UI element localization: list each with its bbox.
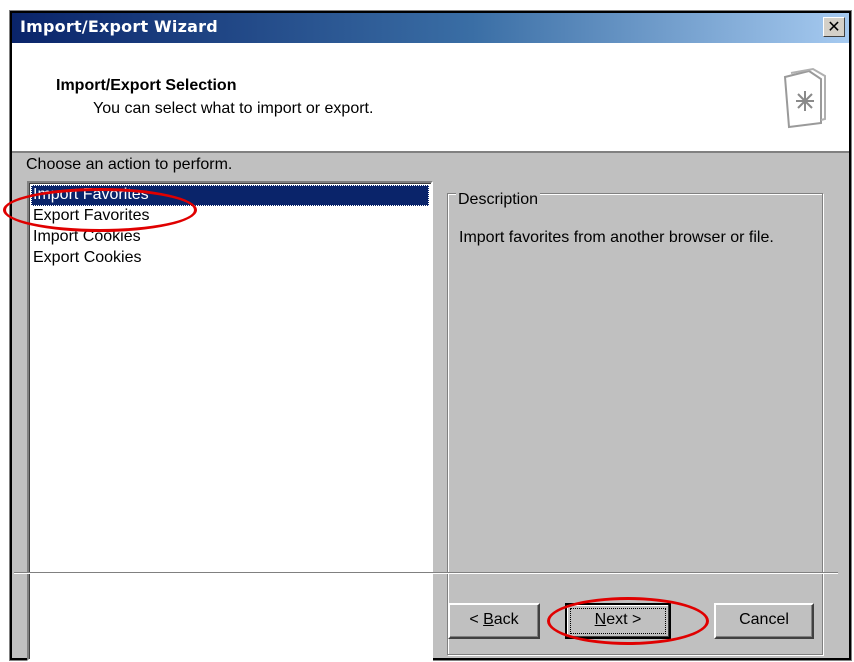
description-text: Import favorites from another browser or… xyxy=(459,229,774,246)
next-button-mnemonic: N xyxy=(594,611,607,628)
list-item-import-favorites[interactable]: Import Favorites xyxy=(31,185,429,206)
header-subtitle: You can select what to import or export. xyxy=(93,100,374,117)
wizard-document-icon xyxy=(783,67,826,129)
title-bar[interactable]: Import/Export Wizard ✕ xyxy=(12,13,849,43)
next-button-label: ext > xyxy=(606,611,642,628)
list-item-import-cookies[interactable]: Import Cookies xyxy=(31,227,429,248)
choose-action-label: Choose an action to perform. xyxy=(26,156,233,173)
back-button-prefix: < xyxy=(469,611,484,628)
list-item-export-cookies[interactable]: Export Cookies xyxy=(31,248,429,269)
action-listbox[interactable]: Import Favorites Export Favorites Import… xyxy=(27,181,433,661)
window-title: Import/Export Wizard xyxy=(20,17,218,36)
button-separator xyxy=(14,572,838,574)
close-button[interactable]: ✕ xyxy=(823,17,845,37)
wizard-header: Import/Export Selection You can select w… xyxy=(12,43,849,153)
back-button[interactable]: < Back xyxy=(448,603,540,639)
back-button-label: ack xyxy=(493,611,519,628)
back-button-mnemonic: B xyxy=(483,611,494,628)
list-item-export-favorites[interactable]: Export Favorites xyxy=(31,206,429,227)
close-icon: ✕ xyxy=(827,17,841,36)
next-button[interactable]: Next > xyxy=(565,603,671,639)
description-groupbox xyxy=(447,193,823,655)
header-title: Import/Export Selection xyxy=(56,77,237,94)
description-label: Description xyxy=(456,191,541,209)
cancel-button[interactable]: Cancel xyxy=(714,603,814,639)
